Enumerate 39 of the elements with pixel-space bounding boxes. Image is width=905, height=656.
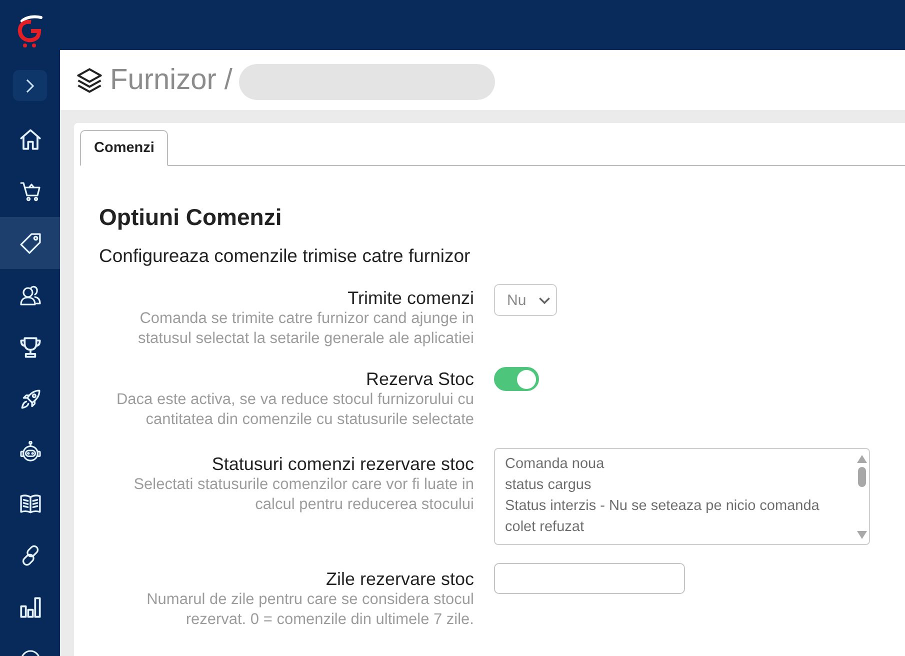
field-label: Rezerva Stoc bbox=[366, 369, 474, 389]
link-icon bbox=[20, 544, 40, 566]
trophy-icon bbox=[20, 336, 40, 358]
input-field[interactable] bbox=[494, 563, 685, 594]
toggle-switch[interactable] bbox=[494, 367, 539, 391]
field-description: Numarul de zile pentru care se considera stocul rezervat. 0 = comenzile din ultimele 7 zile. bbox=[146, 590, 474, 630]
sidebar-item[interactable] bbox=[0, 217, 60, 269]
scrollbar-thumb[interactable] bbox=[858, 467, 866, 487]
bar-chart-icon bbox=[20, 596, 40, 618]
robot-icon bbox=[20, 440, 40, 462]
list-option[interactable]: status cargus bbox=[505, 475, 855, 496]
list-option[interactable]: Status interzis - Nu se seteaza pe nicio comanda bbox=[505, 496, 855, 517]
users-icon bbox=[20, 284, 40, 306]
field-label: Trimite comenzi bbox=[348, 288, 474, 308]
logo-icon bbox=[16, 15, 44, 49]
field-label: Zile rezervare stoc bbox=[326, 569, 474, 589]
field-description: Daca este activa, se va reduce stocul furnizorului cu cantitatea din comenzile cu statusurile selectate bbox=[115, 390, 474, 430]
tab[interactable]: Comenzi bbox=[80, 130, 168, 166]
rocket-icon bbox=[20, 388, 40, 410]
chevron-right-icon bbox=[26, 78, 34, 92]
home-icon bbox=[20, 128, 40, 150]
field-label: Statusuri comenzi rezervare stoc bbox=[212, 454, 474, 474]
select-dropdown[interactable]: Nu bbox=[494, 284, 557, 316]
list-option[interactable]: Comanda noua bbox=[505, 454, 855, 475]
scroll-up-icon bbox=[857, 455, 867, 463]
scroll-down-icon bbox=[857, 531, 867, 539]
chevron-down-icon bbox=[539, 296, 550, 304]
listbox[interactable]: Comanda noua status cargus Status interzis - Nu se seteaza pe nicio comanda colet refuzat bbox=[494, 448, 870, 545]
layers-icon bbox=[77, 68, 102, 92]
book-icon bbox=[20, 492, 40, 514]
section-title: Optiuni Comenzi bbox=[99, 203, 282, 231]
cart-icon bbox=[20, 180, 40, 202]
expand-button[interactable] bbox=[13, 70, 47, 101]
page-title: Furnizor / bbox=[110, 64, 232, 96]
section-subtitle: Configureaza comenzile trimise catre furnizor bbox=[99, 245, 470, 267]
list-option[interactable]: colet refuzat bbox=[505, 517, 855, 538]
field-description: Selectati statusurile comenzilor care vor fi luate in calcul pentru reducerea stocului bbox=[132, 475, 474, 515]
tag-icon bbox=[20, 232, 40, 254]
field-description: Comanda se trimite catre furnizor cand ajunge in statusul selectat la setarile generale ale aplicatiei bbox=[136, 309, 474, 349]
